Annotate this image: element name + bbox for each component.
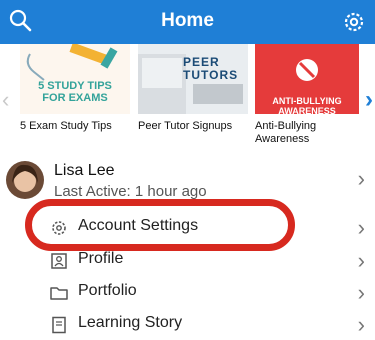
avatar xyxy=(6,161,44,199)
menu-item-label: Portfolio xyxy=(78,282,137,299)
menu-item-label: Learning Story xyxy=(78,314,183,331)
anti-bullying-thumbnail: ANTI-BULLYING AWARENESS xyxy=(255,44,359,114)
carousel-next-icon[interactable]: › xyxy=(365,86,373,114)
user-avatar-icon xyxy=(12,164,38,192)
featured-carousel[interactable]: ‹ 5 STUDY TIPS FOR EXAMS 5 Exam Study Ti… xyxy=(0,44,375,148)
chevron-right-icon: › xyxy=(357,248,365,273)
folder-icon xyxy=(50,287,68,300)
menu-item-portfolio[interactable]: Portfolio › xyxy=(0,276,375,308)
highlight-annotation xyxy=(25,199,295,251)
carousel-card-anti-bullying[interactable]: ANTI-BULLYING AWARENESS Anti-Bullying Aw… xyxy=(255,44,359,148)
id-card-icon xyxy=(51,253,67,269)
last-active-status: Last Active: 1 hour ago xyxy=(54,183,207,200)
carousel-caption: 5 Exam Study Tips xyxy=(20,120,112,132)
chevron-right-icon: › xyxy=(357,166,365,191)
anti-bullying-thumb-text: ANTI-BULLYING AWARENESS xyxy=(272,96,342,114)
peer-tutors-thumbnail: PEER TUTORS xyxy=(138,44,248,114)
notebook-icon xyxy=(52,316,66,334)
chevron-right-icon: › xyxy=(357,312,365,337)
carousel-card-peer-tutors[interactable]: PEER TUTORS Peer Tutor Signups xyxy=(138,44,248,148)
profile-row[interactable]: Lisa Lee Last Active: 1 hour ago › xyxy=(0,148,375,204)
gear-icon[interactable] xyxy=(341,9,367,35)
app-header: Home xyxy=(0,0,375,44)
chevron-right-icon: › xyxy=(357,215,365,240)
carousel-prev-icon[interactable]: ‹ xyxy=(2,87,9,113)
chevron-right-icon: › xyxy=(357,280,365,305)
menu-item-learning-story[interactable]: Learning Story › xyxy=(0,308,375,340)
menu-item-label: Profile xyxy=(78,250,124,267)
carousel-caption: Peer Tutor Signups xyxy=(138,120,233,132)
study-tips-thumb-text: 5 STUDY TIPS FOR EXAMS xyxy=(38,80,112,104)
study-tips-thumbnail: 5 STUDY TIPS FOR EXAMS xyxy=(20,44,130,114)
user-name: Lisa Lee xyxy=(54,162,115,179)
carousel-caption: Anti-Bullying Awareness xyxy=(255,120,317,145)
carousel-card-study-tips[interactable]: 5 STUDY TIPS FOR EXAMS 5 Exam Study Tips xyxy=(20,44,130,148)
page-title: Home xyxy=(161,10,214,31)
peer-tutors-thumb-text: PEER TUTORS xyxy=(183,55,239,82)
